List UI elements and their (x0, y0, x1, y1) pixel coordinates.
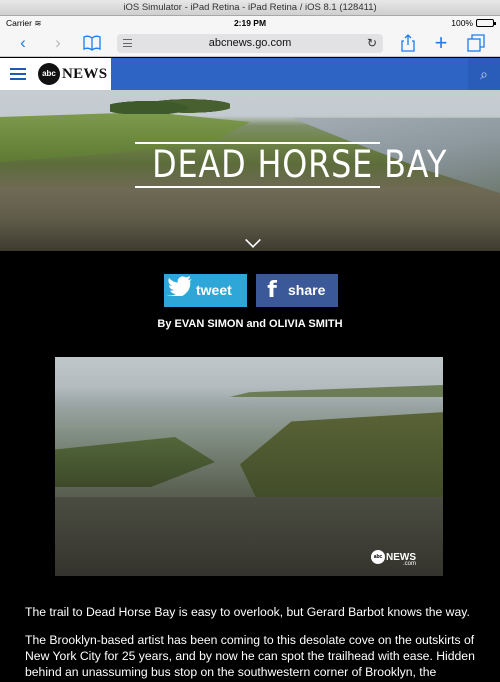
url-text: abcnews.go.com (208, 37, 292, 49)
simulator-title: iOS Simulator - iPad Retina - iPad Retin… (0, 0, 500, 16)
battery-icon (476, 19, 496, 27)
article-paragraph: The Brooklyn-based artist has been comin… (25, 633, 475, 682)
logo-text: NEWS (62, 65, 108, 82)
share-label: share (288, 282, 326, 298)
book-icon[interactable] (81, 33, 103, 53)
tweet-button[interactable]: tweet (164, 274, 247, 307)
status-time: 2:19 PM (233, 18, 267, 28)
hero-title-block: DEAD HORSE BAY (135, 142, 448, 188)
video-shallows (55, 497, 443, 576)
site-header: abc NEWS ⌕ (0, 58, 500, 90)
byline: By EVAN SIMON and OLIVIA SMITH (157, 318, 343, 330)
watermark-disc: abc (371, 550, 385, 564)
watermark-suffix: .com (402, 561, 416, 567)
logo-disc: abc (38, 63, 60, 85)
facebook-share-button[interactable]: f share (256, 274, 338, 307)
search-icon[interactable]: ⌕ (468, 58, 500, 90)
hero-image: DEAD HORSE BAY (0, 90, 500, 251)
battery: 100% (451, 16, 496, 30)
video-sky (55, 357, 443, 387)
hero-title: DEAD HORSE BAY (152, 143, 448, 186)
video-reef (55, 437, 215, 487)
browser-toolbar: ‹ › abcnews.go.com ↻ + (0, 30, 500, 57)
video-player[interactable]: abc NEWS .com (55, 357, 443, 576)
status-bar: Carrier ≋ 2:19 PM 100% (0, 16, 500, 30)
facebook-icon: f (267, 278, 277, 303)
chevron-right-icon[interactable]: › (47, 33, 69, 53)
plus-icon[interactable]: + (430, 32, 452, 54)
abc-news-watermark: abc NEWS .com (371, 550, 416, 567)
twitter-bird-icon (164, 274, 196, 307)
article-paragraph: The trail to Dead Horse Bay is easy to o… (25, 605, 470, 619)
abc-news-logo[interactable]: abc NEWS (38, 63, 107, 85)
chevron-left-icon[interactable]: ‹ (12, 33, 34, 53)
simulator-window: iOS Simulator - iPad Retina - iPad Retin… (0, 0, 500, 682)
tweet-label: tweet (196, 282, 232, 298)
tabs-icon[interactable] (465, 33, 487, 53)
battery-percent: 100% (451, 18, 473, 28)
hero-trees (110, 94, 230, 114)
reload-icon[interactable]: ↻ (367, 34, 377, 53)
menu-icon[interactable] (10, 68, 26, 80)
hero-rule-bottom (135, 186, 380, 188)
reader-icon[interactable] (123, 39, 132, 47)
video-marsh (240, 412, 443, 507)
chevron-down-icon[interactable] (245, 232, 261, 248)
share-icon[interactable] (397, 33, 419, 53)
address-bar[interactable]: abcnews.go.com ↻ (117, 34, 383, 53)
